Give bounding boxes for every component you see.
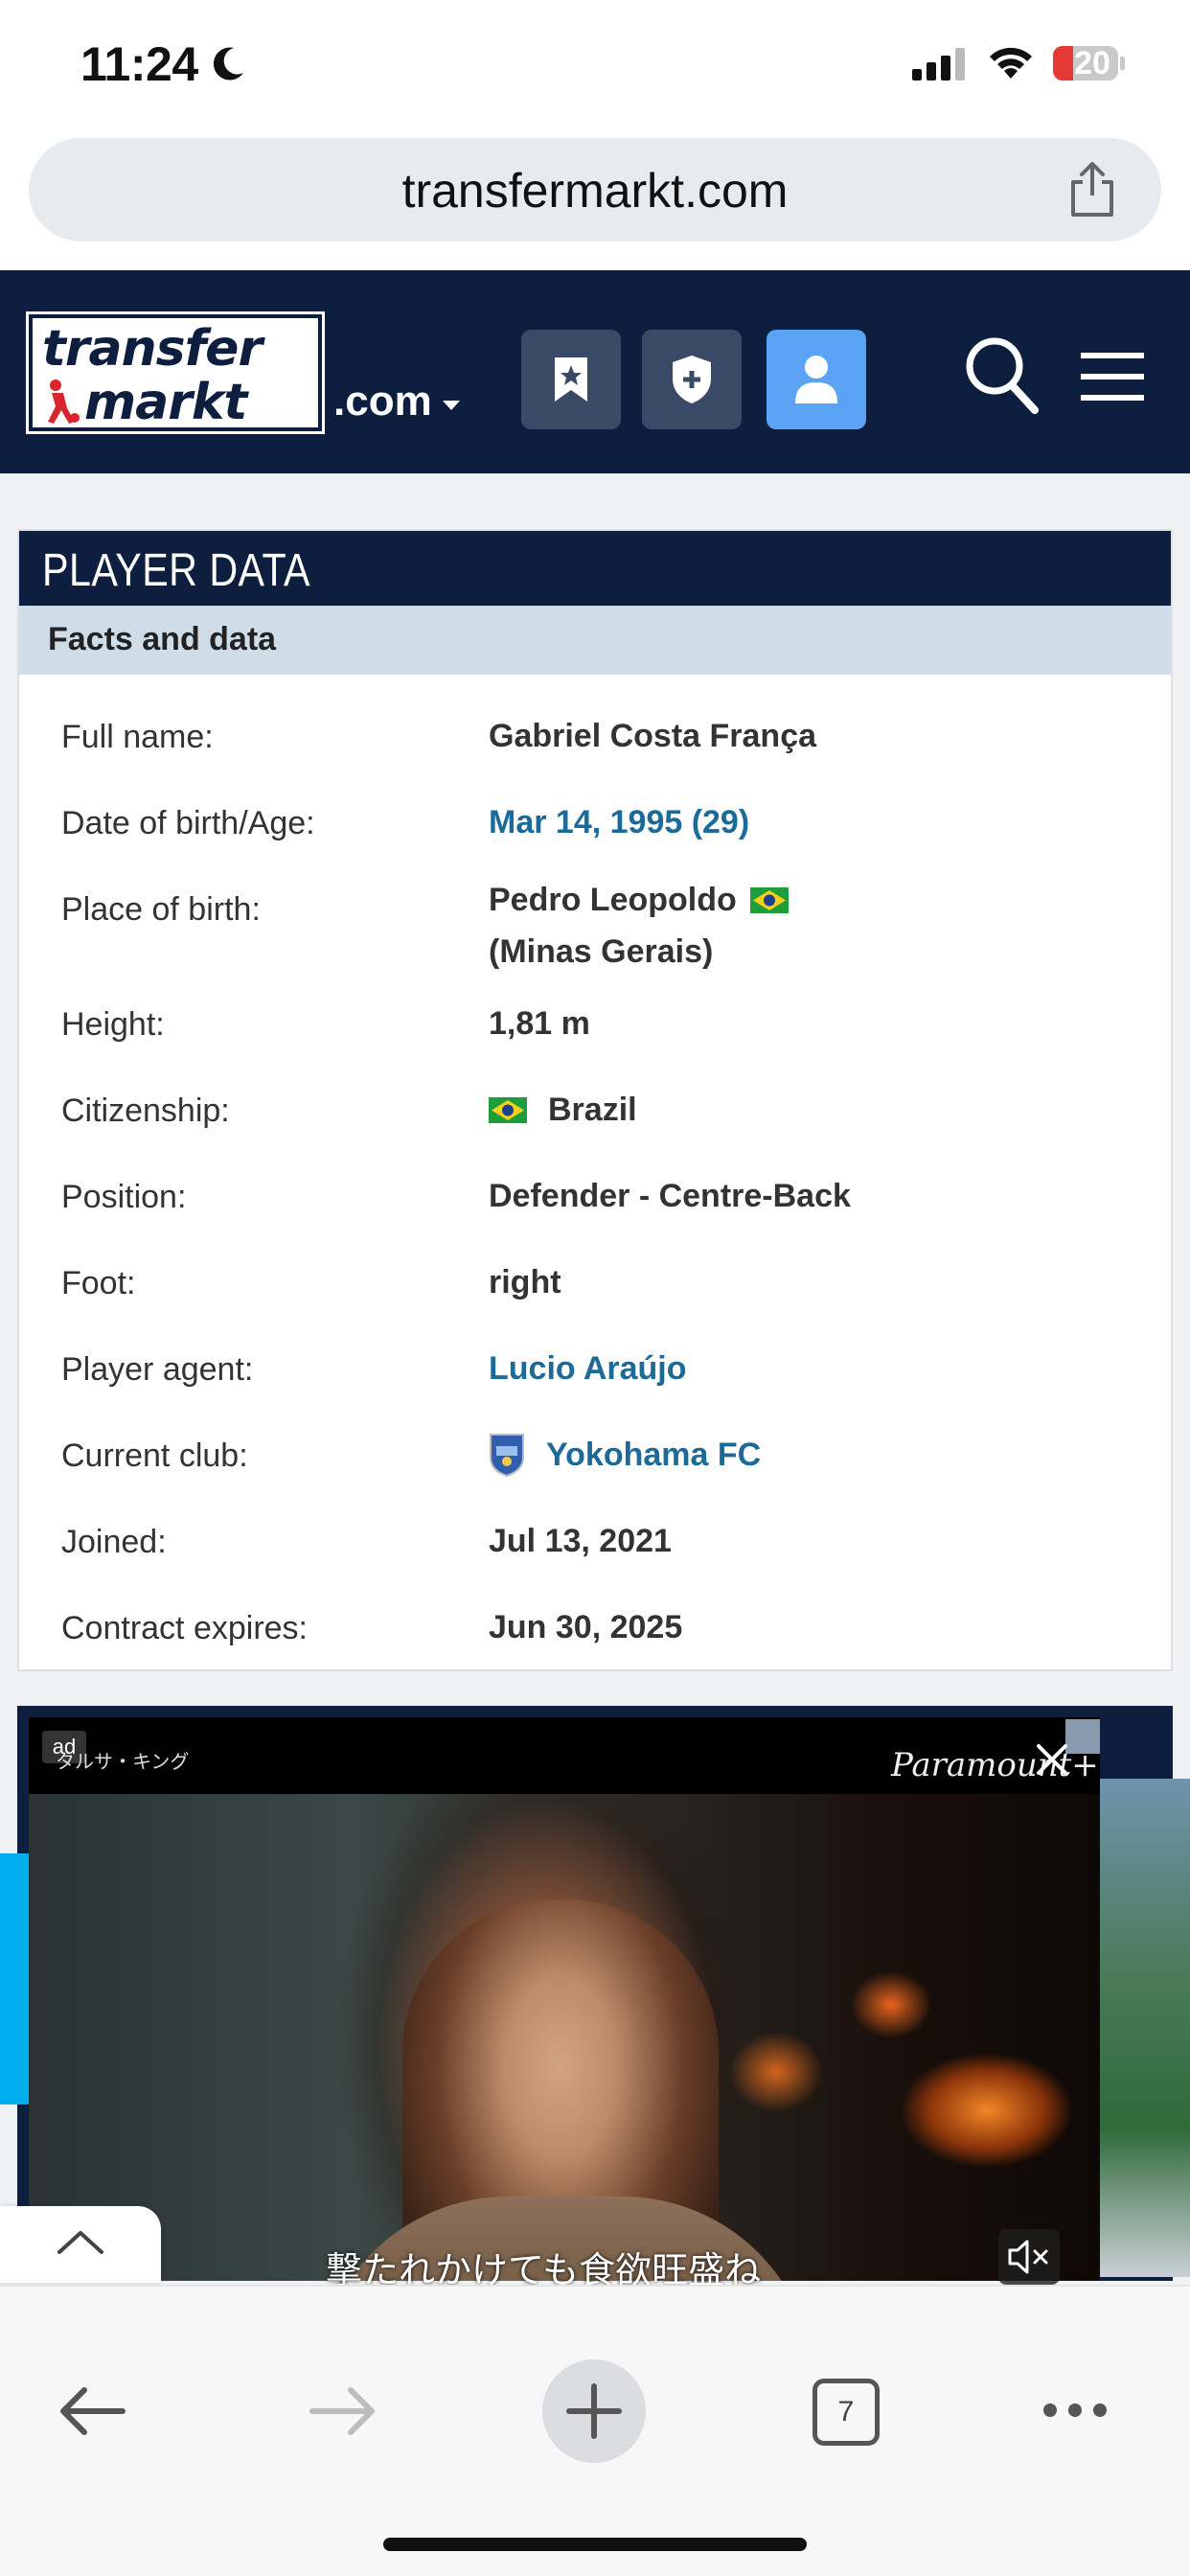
status-bar: 11:24 20 [0,0,1190,129]
club-crest-icon [490,1434,524,1478]
cellular-signal-icon [912,48,965,80]
status-time: 11:24 [80,37,198,91]
row-value: Brazil [489,1085,637,1135]
row-contract-expires: Contract expires: Jun 30, 2025 [19,1591,1171,1677]
adchoices-icon[interactable] [1065,1719,1100,1754]
row-value: Jun 30, 2025 [489,1609,683,1645]
row-value: Defender - Centre-Back [489,1178,851,1214]
forward-arrow-icon[interactable] [307,2375,379,2448]
player-data-header: PLAYER DATA [19,531,1171,606]
row-label: Full name: [61,719,214,755]
row-player-agent: Player agent: Lucio Araújo [19,1332,1171,1418]
ad-show-title: タルサ・キング [56,1752,190,1773]
back-arrow-icon[interactable] [56,2375,128,2448]
row-position: Position: Defender - Centre-Back [19,1160,1171,1246]
birthplace-city: Pedro Leopoldo [489,882,737,918]
logo-text-line1: transfer [42,320,263,378]
row-label: Citizenship: [61,1092,230,1129]
video-ad[interactable] [29,1717,1100,2281]
watchlist-button[interactable] [521,330,621,429]
domain-selector[interactable]: .com [333,378,432,426]
site-logo[interactable]: transfer markt [26,311,325,434]
brazil-flag-icon [749,886,789,913]
close-icon[interactable] [1035,1742,1069,1777]
logo-player-icon [48,380,80,424]
hamburger-menu-icon[interactable] [1081,349,1144,404]
address-bar[interactable]: transfermarkt.com [29,138,1161,242]
row-value: Gabriel Costa França [489,718,817,754]
bookmark-star-icon [555,357,587,402]
chevron-up-icon [57,2231,103,2254]
collapse-ad-button[interactable] [0,2206,161,2283]
moon-icon [213,47,243,80]
row-label: Date of birth/Age: [61,805,315,841]
row-label: Contract expires: [61,1610,308,1646]
video-frame [29,1794,1100,2281]
battery-level: 20 [1074,45,1110,81]
row-label: Height: [61,1006,165,1043]
more-options-icon[interactable] [1041,2396,1110,2425]
birthplace-region: (Minas Gerais) [489,933,714,970]
speaker-muted-icon [1008,2240,1048,2274]
current-club-link[interactable]: Yokohama FC [489,1430,761,1481]
new-tab-button[interactable] [542,2359,646,2463]
row-label: Player agent: [61,1351,254,1388]
row-label: Current club: [61,1438,248,1474]
search-icon[interactable] [964,335,1041,416]
player-data-title: PLAYER DATA [42,545,311,596]
plus-icon [566,2383,622,2439]
tab-switcher-button[interactable]: 7 [812,2379,880,2446]
background-photo [1100,1779,1190,2277]
user-icon [795,356,837,403]
facts-subheader: Facts and data [19,606,1171,675]
row-label: Foot: [61,1265,136,1301]
domain-caret-icon[interactable] [443,401,460,410]
facts-subheader-label: Facts and data [48,621,277,657]
site-header: transfer markt .com [0,270,1190,473]
share-icon[interactable] [1065,161,1119,218]
my-club-button[interactable] [642,330,742,429]
row-foot: Foot: right [19,1246,1171,1332]
row-current-club: Current club: Yokohama FC [19,1418,1171,1505]
row-place-of-birth: Place of birth: Pedro Leopoldo (Minas Ge… [19,872,1171,976]
row-joined: Joined: Jul 13, 2021 [19,1505,1171,1591]
row-value: 1,81 m [489,1005,590,1042]
row-citizenship: Citizenship: Brazil [19,1073,1171,1160]
row-value: Jul 13, 2021 [489,1523,672,1559]
row-label: Joined: [61,1524,167,1560]
row-full-name: Full name: Gabriel Costa França [19,700,1171,786]
row-date-of-birth: Date of birth/Age: Mar 14, 1995 (29) [19,786,1171,872]
row-height: Height: 1,81 m [19,987,1171,1073]
url-text[interactable]: transfermarkt.com [29,163,1161,218]
current-club-name[interactable]: Yokohama FC [546,1437,761,1473]
account-button[interactable] [767,330,866,429]
brazil-flag-icon [489,1096,527,1123]
row-label: Position: [61,1179,187,1215]
row-value: right [489,1264,561,1300]
citizenship-value: Brazil [548,1092,637,1128]
date-of-birth-link[interactable]: Mar 14, 1995 (29) [489,797,749,847]
mute-button[interactable] [998,2229,1060,2285]
row-label: Place of birth: [61,891,261,928]
home-indicator[interactable] [383,2538,807,2551]
ad-side-strip [0,1853,29,2104]
player-agent-link[interactable]: Lucio Araújo [489,1344,687,1393]
row-value: Pedro Leopoldo (Minas Gerais) [489,874,789,978]
logo-text-line2: markt [84,374,247,431]
wifi-icon [990,47,1032,79]
player-data-box: PLAYER DATA Facts and data Full name: Ga… [17,529,1173,1671]
shield-plus-icon [673,356,711,403]
